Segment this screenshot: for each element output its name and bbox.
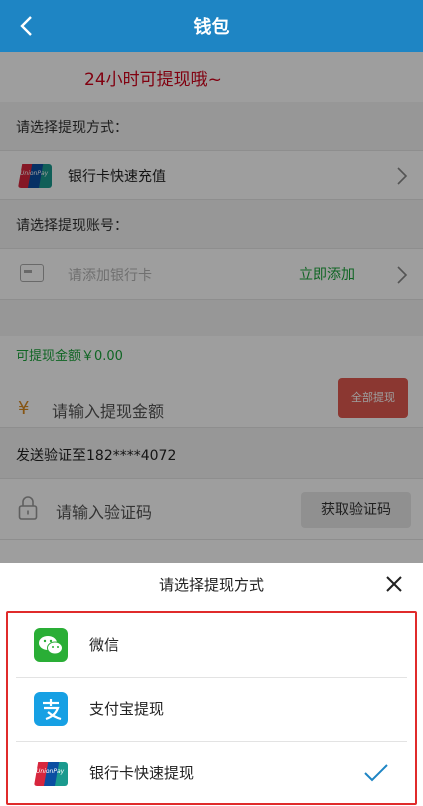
option-wechat[interactable]: 微信 [8, 614, 415, 678]
unionpay-icon: UnionPay [34, 762, 68, 786]
wechat-icon [34, 628, 68, 662]
option-label: 支付宝提现 [89, 700, 165, 718]
option-bank-card[interactable]: UnionPay 银行卡快速提现 [8, 742, 415, 806]
alipay-icon [34, 692, 68, 726]
close-icon[interactable] [385, 575, 403, 593]
option-label: 微信 [89, 636, 120, 654]
sheet-title: 请选择提现方式 [158, 576, 264, 594]
option-label: 银行卡快速提现 [89, 764, 195, 782]
page-title: 钱包 [193, 17, 230, 38]
withdraw-method-sheet: 请选择提现方式 微信 支付宝提现 UnionPay 银行卡快速提现 [0, 563, 423, 806]
checkmark-icon [364, 764, 388, 782]
option-alipay[interactable]: 支付宝提现 [8, 678, 415, 742]
app-header: 钱包 [0, 0, 423, 52]
